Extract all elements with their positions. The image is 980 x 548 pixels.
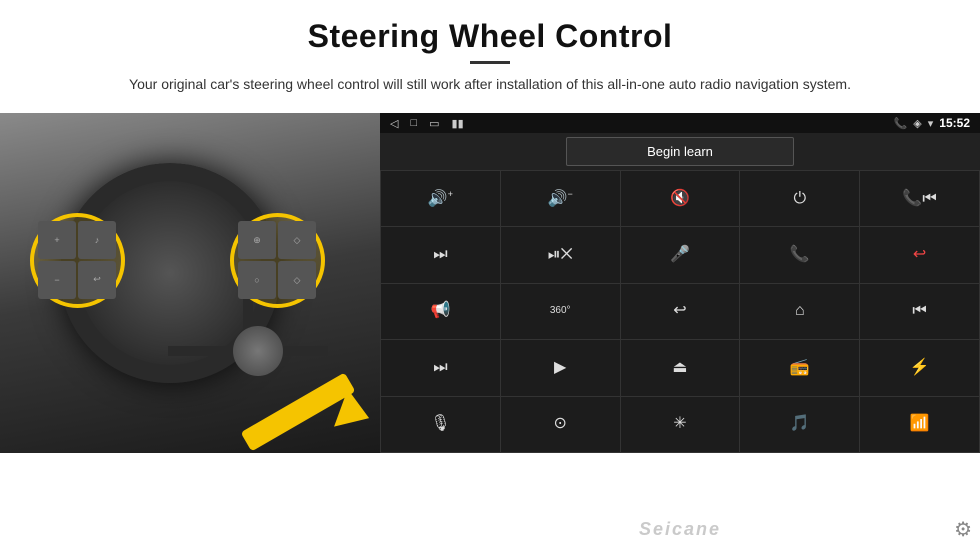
location-icon: ◈ <box>913 117 921 130</box>
grid-cell-eject[interactable]: ⏏ <box>621 340 740 395</box>
android-screen: ◁ □ ▭ ▮▮ 📞 ◈ ▾ 15:52 Begin learn <box>380 113 980 453</box>
wheel-btn-minus[interactable]: − <box>38 261 76 300</box>
grid-cell-hangup[interactable]: ↩ <box>860 227 979 282</box>
microphone-icon: 🎤 <box>670 247 690 263</box>
begin-learn-bar: Begin learn <box>380 133 980 170</box>
home-soft-icon: □ <box>410 117 417 129</box>
navigation-icon: ▶ <box>554 360 566 376</box>
prev-call-icon: 📞⏮ <box>902 191 936 207</box>
content-section: + ♪ − ↩ ⊕ ◇ ○ ◇ ◁ □ <box>0 113 980 548</box>
grid-cell-mic[interactable]: 🎤 <box>621 227 740 282</box>
grid-cell-radio[interactable]: 📻 <box>740 340 859 395</box>
status-bar: ◁ □ ▭ ▮▮ 📞 ◈ ▾ 15:52 <box>380 113 980 133</box>
wheel-btn-circle[interactable]: ○ <box>238 261 276 299</box>
next-icon: ⏭ <box>433 247 447 263</box>
phone-icon: 📞 <box>894 117 908 130</box>
skip-back-icon: ⏮ <box>912 303 926 319</box>
status-bar-left: ◁ □ ▭ ▮▮ <box>390 117 464 130</box>
header-section: Steering Wheel Control Your original car… <box>0 0 980 105</box>
back-nav-icon: ↩ <box>673 303 686 319</box>
play-pause-icon: ⏯✕ <box>548 247 573 263</box>
speaker-icon: 📢 <box>430 303 450 319</box>
wheel-btn-diamond[interactable]: ◇ <box>278 261 316 299</box>
spectrum-icon: 📶 <box>910 416 930 432</box>
wheel-btn-mode[interactable]: ♪ <box>78 221 116 259</box>
settings2-icon: ⊙ <box>553 416 566 432</box>
icon-grid: 🔊+ 🔊− 🔇 ⏻ 📞⏮ ⏭ <box>380 170 980 453</box>
grid-cell-bluetooth[interactable]: ✳ <box>621 397 740 452</box>
grid-cell-skipback[interactable]: ⏮ <box>860 284 979 339</box>
bluetooth-icon: ✳ <box>673 416 686 432</box>
eject-icon: ⏏ <box>672 360 687 376</box>
right-wheel-buttons: ⊕ ◇ ○ ◇ <box>238 221 316 299</box>
wheel-btn-arrow[interactable]: ◇ <box>278 221 316 259</box>
gear-settings-icon[interactable]: ⚙ <box>954 517 972 542</box>
grid-cell-prev-call[interactable]: 📞⏮ <box>860 171 979 226</box>
grid-cell-voice[interactable]: 🎙 <box>381 397 500 452</box>
clock-display: 15:52 <box>939 116 970 130</box>
left-wheel-buttons: + ♪ − ↩ <box>38 221 116 299</box>
wheel-center <box>233 326 283 376</box>
seicane-watermark: Seicane <box>639 519 721 540</box>
subtitle-text: Your original car's steering wheel contr… <box>80 74 900 95</box>
page-container: Steering Wheel Control Your original car… <box>0 0 980 548</box>
grid-cell-spectrum[interactable]: 📶 <box>860 397 979 452</box>
android-screen-wrapper: ◁ □ ▭ ▮▮ 📞 ◈ ▾ 15:52 Begin learn <box>380 113 980 548</box>
mute-icon: 🔇 <box>670 191 690 207</box>
grid-cell-volume-up[interactable]: 🔊+ <box>381 171 500 226</box>
radio-icon: 📻 <box>790 360 810 376</box>
grid-cell-playpause[interactable]: ⏯✕ <box>501 227 620 282</box>
equalizer-icon: ⚡ <box>910 360 930 376</box>
grid-cell-call[interactable]: 📞 <box>740 227 859 282</box>
grid-cell-home[interactable]: ⌂ <box>740 284 859 339</box>
fast-forward-icon: ⏭ <box>433 360 447 376</box>
volume-up-icon: 🔊+ <box>428 190 453 207</box>
page-title: Steering Wheel Control <box>60 18 920 55</box>
title-divider <box>470 61 510 64</box>
voice-icon: 🎙 <box>430 416 450 432</box>
steering-wheel-image: + ♪ − ↩ ⊕ ◇ ○ ◇ <box>0 113 380 453</box>
grid-cell-fastfwd[interactable]: ⏭ <box>381 340 500 395</box>
grid-cell-settings2[interactable]: ⊙ <box>501 397 620 452</box>
home-icon: ⌂ <box>795 303 805 319</box>
grid-cell-navigate[interactable]: ▶ <box>501 340 620 395</box>
grid-cell-volume-down[interactable]: 🔊− <box>501 171 620 226</box>
grid-cell-eq[interactable]: ⚡ <box>860 340 979 395</box>
wifi-icon: ▾ <box>928 117 934 130</box>
grid-cell-speaker[interactable]: 📢 <box>381 284 500 339</box>
grid-cell-360[interactable]: 360° <box>501 284 620 339</box>
music-icon: 🎵 <box>790 416 810 432</box>
power-icon: ⏻ <box>793 191 806 207</box>
begin-learn-button[interactable]: Begin learn <box>566 137 794 166</box>
volume-down-icon: 🔊− <box>548 190 573 207</box>
wheel-btn-return[interactable]: ↩ <box>78 261 116 300</box>
360-icon: 360° <box>550 306 571 316</box>
grid-cell-mute[interactable]: 🔇 <box>621 171 740 226</box>
call-icon: 📞 <box>790 247 810 263</box>
status-bar-right: 📞 ◈ ▾ 15:52 <box>894 116 970 130</box>
hangup-icon: ↩ <box>913 247 926 263</box>
back-icon: ◁ <box>390 117 398 130</box>
grid-cell-power[interactable]: ⏻ <box>740 171 859 226</box>
grid-cell-back[interactable]: ↩ <box>621 284 740 339</box>
grid-cell-music[interactable]: 🎵 <box>740 397 859 452</box>
wheel-btn-src[interactable]: ⊕ <box>238 221 276 259</box>
recents-icon: ▭ <box>429 117 439 130</box>
wheel-btn-plus[interactable]: + <box>38 221 76 259</box>
signal-icon: ▮▮ <box>452 117 464 130</box>
grid-cell-next[interactable]: ⏭ <box>381 227 500 282</box>
